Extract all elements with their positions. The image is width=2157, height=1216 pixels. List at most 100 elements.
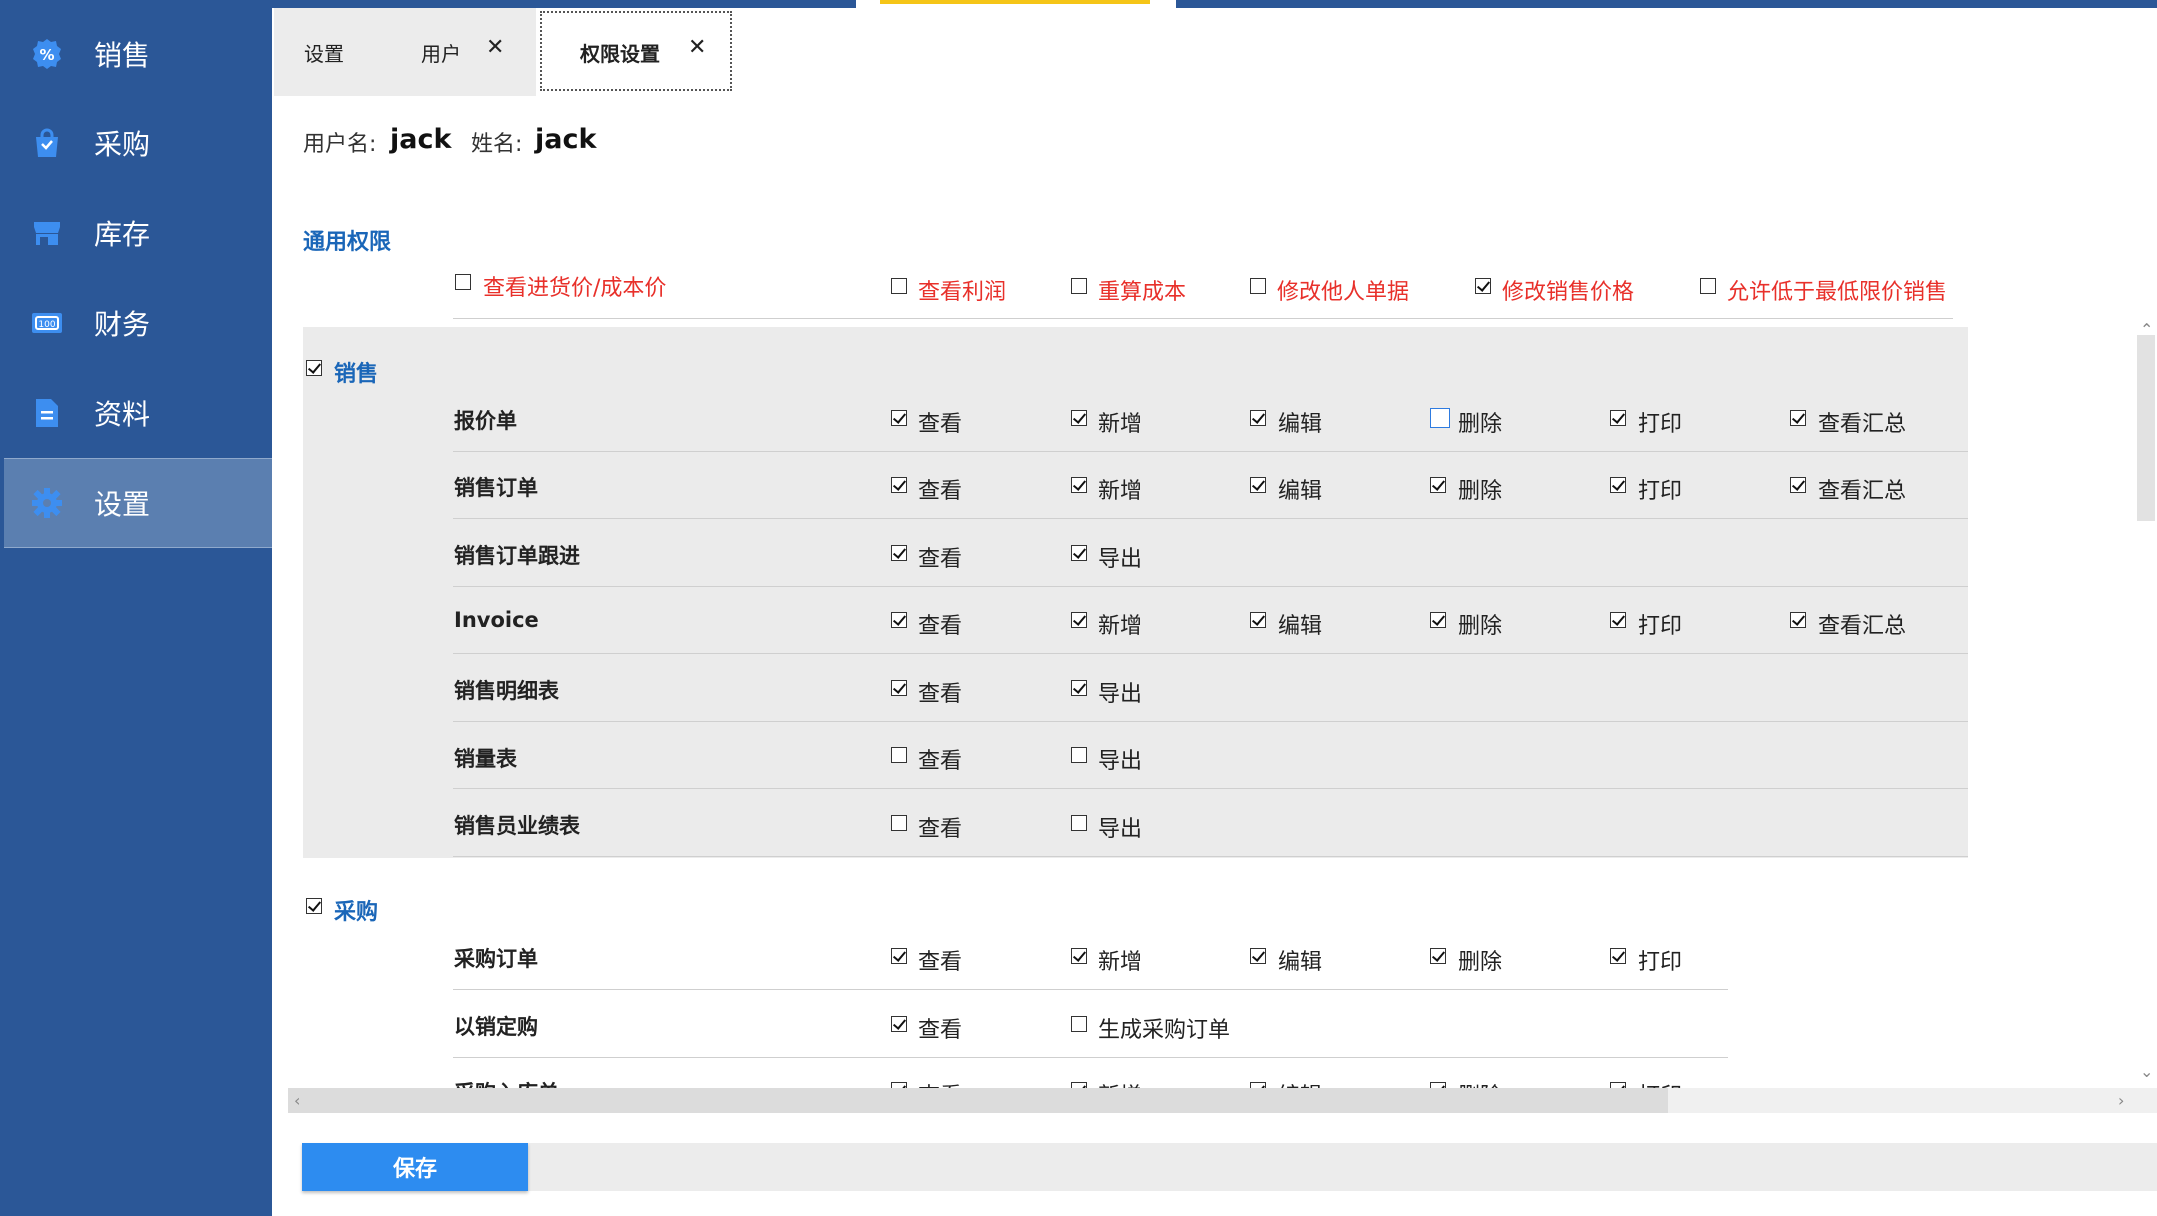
scroll-down-icon[interactable]: ⌄ [2140,1062,2153,1081]
horizontal-scrollbar-thumb[interactable] [288,1088,1668,1113]
sidebar-item-inventory[interactable]: 库存 [4,189,272,277]
general-option-checkbox[interactable] [1700,278,1716,294]
permission-checkbox[interactable] [1071,410,1087,426]
permission-label: 新增 [1098,614,1143,639]
permission-checkbox[interactable] [1610,948,1626,964]
general-option-checkbox[interactable] [1071,278,1087,294]
permission-row-label: Invoice [454,608,539,632]
permission-checkbox[interactable] [1250,948,1266,964]
permission-checkbox[interactable] [1071,747,1087,763]
permission-checkbox[interactable] [891,612,907,628]
permission-row-label: 销售订单跟进 [454,544,580,568]
permission-checkbox[interactable] [891,545,907,561]
row-divider [453,653,1968,654]
permission-checkbox[interactable] [1071,612,1087,628]
permission-checkbox[interactable] [1610,612,1626,628]
permission-checkbox[interactable] [1250,477,1266,493]
row-divider [453,856,1968,857]
permission-checkbox[interactable] [891,680,907,696]
permission-checkbox[interactable] [891,1016,907,1032]
general-permissions-title: 通用权限 [303,230,392,255]
permission-label: 查看 [918,547,963,572]
close-icon[interactable]: ✕ [688,35,706,60]
top-logo-mark [880,0,1150,4]
sales-group-checkbox[interactable] [306,360,322,376]
money-icon: 100 [30,306,64,340]
permission-checkbox[interactable] [1430,612,1446,628]
permission-checkbox[interactable] [891,747,907,763]
sidebar-item-purchase[interactable]: 采购 [4,99,272,187]
tab-permissions[interactable]: 权限设置 [580,8,660,96]
tab-settings[interactable]: 设置 [304,8,344,96]
permission-checkbox[interactable] [1250,612,1266,628]
permission-checkbox[interactable] [1250,410,1266,426]
general-option-label: 修改销售价格 [1502,280,1635,305]
permission-checkbox[interactable] [1071,477,1087,493]
gear-icon [30,486,64,520]
permission-checkbox[interactable] [1790,410,1806,426]
permission-checkbox[interactable] [1610,410,1626,426]
permission-label: 删除 [1458,614,1503,639]
general-option-checkbox[interactable] [1475,278,1491,294]
save-button[interactable]: 保存 [302,1143,528,1191]
document-icon [30,396,64,430]
permission-checkbox[interactable] [1071,680,1087,696]
general-option-checkbox[interactable] [1250,278,1266,294]
permission-checkbox-focused[interactable] [1430,408,1450,428]
scroll-left-icon[interactable]: ‹ [294,1088,300,1113]
permissions-content: 用户名: jack 姓名: jack 通用权限 查看进货价/成本价 查看利润 重… [274,96,2157,1089]
general-option-checkbox[interactable] [891,278,907,294]
permission-checkbox[interactable] [1071,948,1087,964]
permission-label: 查看 [918,412,963,437]
permission-label: 查看汇总 [1818,412,1907,437]
permission-label: 查看汇总 [1818,479,1907,504]
permission-label: 查看 [918,479,963,504]
permission-checkbox[interactable] [891,477,907,493]
permission-label: 查看 [918,1018,963,1043]
permission-label: 打印 [1638,479,1683,504]
sidebar-item-label: 库存 [94,218,151,251]
general-option-label: 修改他人单据 [1277,280,1410,305]
purchase-group-checkbox[interactable] [306,898,322,914]
row-divider [453,989,1728,990]
sidebar-item-settings[interactable]: 设置 [4,458,272,548]
permission-checkbox[interactable] [1430,477,1446,493]
tab-users[interactable]: 用户 [421,8,461,96]
vertical-scrollbar-thumb[interactable] [2137,335,2155,521]
sidebar-item-finance[interactable]: 100 财务 [4,279,272,367]
scroll-right-icon[interactable]: › [2118,1088,2124,1113]
permission-checkbox[interactable] [891,948,907,964]
permission-label: 删除 [1458,950,1503,975]
permission-checkbox[interactable] [1610,477,1626,493]
permission-label: 删除 [1458,479,1503,504]
permission-label: 查看 [918,749,963,774]
row-divider [453,721,1968,722]
sidebar-item-label: 采购 [94,128,151,161]
permission-checkbox[interactable] [1071,815,1087,831]
sidebar-item-sales[interactable]: % 销售 [4,10,272,98]
permission-checkbox[interactable] [1790,612,1806,628]
username-label: 用户名: [303,132,377,157]
permission-label: 导出 [1098,682,1143,707]
purchase-group-title: 采购 [334,900,379,925]
permission-label: 生成采购订单 [1098,1018,1231,1043]
divider [453,318,1953,319]
permission-checkbox[interactable] [1790,477,1806,493]
permission-label: 查看 [918,950,963,975]
scroll-up-icon[interactable]: ⌃ [2140,320,2153,339]
general-option-checkbox[interactable] [455,274,471,290]
sidebar-item-label: 销售 [94,39,151,72]
permission-checkbox[interactable] [1071,1016,1087,1032]
row-divider [453,586,1968,587]
horizontal-scrollbar[interactable]: ‹ › [288,1088,2157,1113]
sidebar: % 销售 采购 库存 100 财务 资料 设置 [0,0,272,1216]
permission-checkbox[interactable] [1071,545,1087,561]
close-icon[interactable]: ✕ [486,35,504,60]
permission-label: 编辑 [1278,950,1323,975]
permission-checkbox[interactable] [1430,948,1446,964]
permission-checkbox[interactable] [891,410,907,426]
sidebar-item-data[interactable]: 资料 [4,369,272,457]
name-value: jack [535,124,597,155]
permission-checkbox[interactable] [891,815,907,831]
permission-label: 查看 [918,614,963,639]
